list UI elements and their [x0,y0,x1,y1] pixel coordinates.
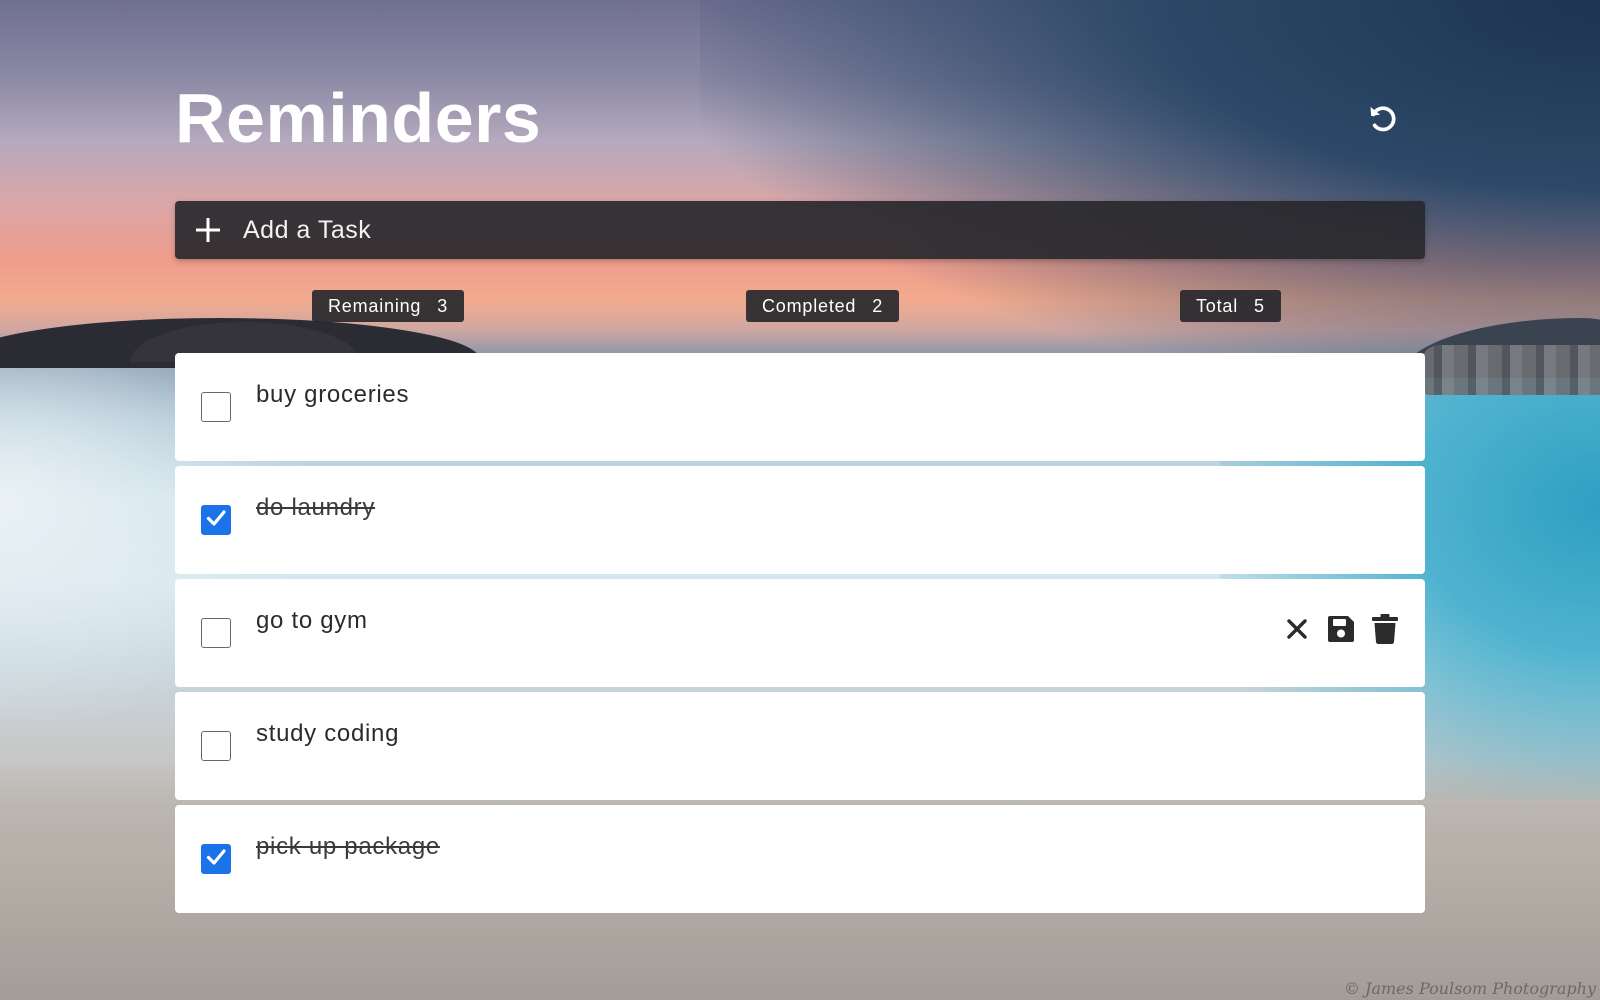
undo-icon [1366,101,1400,140]
header: Reminders [175,0,1425,200]
task-item[interactable]: go to gym [175,579,1425,687]
trash-icon [1371,613,1399,650]
reset-button[interactable] [1363,100,1403,140]
plus-icon [193,215,223,245]
task-label[interactable]: buy groceries [256,381,409,409]
page: © James Poulsom Photography Reminders Ad… [0,0,1600,1000]
close-icon [1286,618,1308,645]
task-item[interactable]: do laundry [175,466,1425,574]
task-item[interactable]: buy groceries [175,353,1425,461]
background-rocks [1420,345,1600,395]
save-icon [1326,614,1356,649]
task-label[interactable]: do laundry [256,494,375,522]
task-actions [1281,613,1401,649]
completed-label: Completed [762,295,857,316]
task-checkbox[interactable] [201,505,231,535]
task-list: buy groceries do laundry go to gym study… [175,353,1425,918]
task-label[interactable]: study coding [256,720,399,748]
total-label: Total [1196,295,1239,316]
task-label[interactable]: pick up package [256,833,440,861]
add-task-label: Add a Task [243,215,372,244]
task-item[interactable]: pick up package [175,805,1425,913]
page-title: Reminders [175,79,542,157]
photo-watermark: © James Poulsom Photography [1343,979,1596,998]
completed-count: 2 [872,295,884,316]
task-checkbox[interactable] [201,844,231,874]
checkmark-icon [205,846,227,873]
stats-bar: Remaining 3 Completed 2 Total 5 [175,290,1425,324]
task-label[interactable]: go to gym [256,607,368,635]
save-task-button[interactable] [1325,613,1357,649]
total-count: 5 [1254,295,1265,316]
delete-task-button[interactable] [1369,613,1401,649]
completed-badge: Completed 2 [746,290,900,322]
remaining-label: Remaining [328,295,422,316]
add-task-input[interactable]: Add a Task [175,201,1425,259]
cancel-edit-button[interactable] [1281,613,1313,649]
task-checkbox[interactable] [201,392,231,422]
reminders-app: Reminders Add a Task Remaining 3 Complet… [175,0,1425,913]
task-checkbox[interactable] [201,618,231,648]
checkmark-icon [205,507,227,534]
task-item[interactable]: study coding [175,692,1425,800]
remaining-count: 3 [437,295,449,316]
remaining-badge: Remaining 3 [312,290,465,322]
total-badge: Total 5 [1180,290,1281,322]
task-checkbox[interactable] [201,731,231,761]
